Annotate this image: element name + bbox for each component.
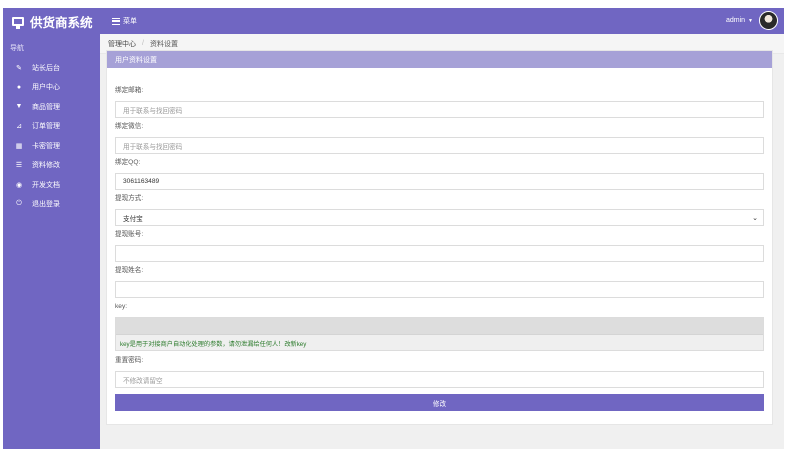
sidebar-item-label: 开发文档 bbox=[32, 181, 60, 189]
menu-toggle-button[interactable]: 菜单 bbox=[112, 16, 137, 26]
withdraw-method-select[interactable]: 支付宝 ⌄ bbox=[115, 209, 764, 226]
nav-heading: 导航 bbox=[10, 45, 24, 52]
power-icon: ⏻ bbox=[16, 200, 22, 208]
withdraw-account-group: 提现账号: bbox=[115, 230, 764, 262]
wrench-icon: ✎ bbox=[16, 64, 22, 72]
breadcrumb-home[interactable]: 管理中心 bbox=[108, 39, 136, 49]
sidebar-item-label: 订单管理 bbox=[32, 123, 60, 131]
email-field[interactable]: 用于联系与找回密码 bbox=[115, 101, 764, 118]
withdraw-name-group: 提现姓名: bbox=[115, 266, 764, 298]
withdraw-name-label: 提现姓名: bbox=[115, 267, 144, 274]
wechat-group: 绑定微信: 用于联系与找回密码 bbox=[115, 122, 764, 154]
sidebar: 供货商系统 导航 ✎ 站长后台 ● 用户中心 ▼ 商品管理 ⊿ 订单管理 ▦ 卡… bbox=[3, 8, 100, 449]
key-field[interactable] bbox=[116, 318, 763, 335]
menu-label: 菜单 bbox=[123, 18, 137, 25]
key-group: key: key是用于对接商户自动化处理的参数，请勿泄漏给任何人！改新key bbox=[115, 302, 764, 351]
avatar[interactable] bbox=[759, 11, 778, 30]
eye-icon: ◉ bbox=[15, 181, 23, 189]
wechat-field[interactable]: 用于联系与找回密码 bbox=[115, 137, 764, 154]
chart-icon: ⊿ bbox=[16, 123, 22, 131]
qq-field[interactable]: 3061163489 bbox=[115, 173, 764, 190]
sidebar-item-label: 商品管理 bbox=[32, 103, 60, 111]
top-bar: 菜单 admin ▼ bbox=[100, 8, 784, 34]
panel-title: 用户资料设置 bbox=[107, 51, 772, 68]
sidebar-item-label: 退出登录 bbox=[32, 201, 60, 209]
email-label: 绑定邮箱: bbox=[115, 87, 144, 94]
password-label: 重置密码: bbox=[115, 357, 144, 364]
sidebar-item-logout[interactable]: ⏻ 退出登录 bbox=[3, 195, 100, 215]
key-label: key: bbox=[115, 303, 128, 310]
withdraw-account-label: 提现账号: bbox=[115, 231, 144, 238]
sidebar-item-label: 卡密管理 bbox=[32, 142, 60, 150]
sidebar-item-user-center[interactable]: ● 用户中心 bbox=[3, 78, 100, 98]
cart-icon: ▼ bbox=[15, 103, 23, 111]
qq-group: 绑定QQ: 3061163489 bbox=[115, 158, 764, 190]
sidebar-item-products[interactable]: ▼ 商品管理 bbox=[3, 97, 100, 117]
withdraw-method-value: 支付宝 bbox=[123, 215, 143, 223]
caret-down-icon: ▼ bbox=[748, 17, 753, 24]
qq-label: 绑定QQ: bbox=[115, 159, 141, 166]
password-group: 重置密码: 不修改请留空 bbox=[115, 356, 764, 388]
sidebar-item-label: 用户中心 bbox=[32, 84, 60, 92]
sidebar-item-label: 站长后台 bbox=[32, 64, 60, 72]
breadcrumb-current: 资料设置 bbox=[149, 40, 178, 48]
withdraw-method-label: 提现方式: bbox=[115, 195, 144, 202]
user-icon: ● bbox=[16, 83, 22, 91]
sidebar-item-cards[interactable]: ▦ 卡密管理 bbox=[3, 136, 100, 156]
withdraw-account-field[interactable] bbox=[115, 245, 764, 262]
sidebar-item-docs[interactable]: ◉ 开发文档 bbox=[3, 175, 100, 195]
brand[interactable]: 供货商系统 bbox=[3, 8, 100, 34]
menu-icon bbox=[112, 17, 120, 25]
chevron-down-icon: ⌄ bbox=[752, 214, 758, 222]
grid-icon: ▦ bbox=[15, 142, 23, 150]
monitor-icon bbox=[12, 16, 24, 29]
key-hint[interactable]: key是用于对接商户自动化处理的参数，请勿泄漏给任何人！改新key bbox=[116, 335, 763, 348]
wechat-label: 绑定微信: bbox=[115, 123, 144, 130]
profile-panel: 用户资料设置 绑定邮箱: 用于联系与找回密码 绑定微信: 用于联系与找回密码 绑… bbox=[106, 50, 773, 425]
brand-title: 供货商系统 bbox=[30, 15, 93, 30]
key-box: key是用于对接商户自动化处理的参数，请勿泄漏给任何人！改新key bbox=[115, 317, 764, 351]
breadcrumb-separator: / bbox=[142, 40, 144, 47]
password-field[interactable]: 不修改请留空 bbox=[115, 371, 764, 388]
withdraw-method-group: 提现方式: 支付宝 ⌄ bbox=[115, 194, 764, 226]
user-name: admin bbox=[725, 17, 746, 24]
list-icon: ☰ bbox=[15, 162, 23, 170]
email-group: 绑定邮箱: 用于联系与找回密码 bbox=[115, 86, 764, 118]
withdraw-name-field[interactable] bbox=[115, 281, 764, 298]
sidebar-item-label: 资料修改 bbox=[32, 162, 60, 170]
user-menu[interactable]: admin ▼ bbox=[726, 11, 778, 30]
sidebar-item-orders[interactable]: ⊿ 订单管理 bbox=[3, 117, 100, 137]
sidebar-item-admin[interactable]: ✎ 站长后台 bbox=[3, 58, 100, 78]
submit-button[interactable]: 修改 bbox=[115, 394, 764, 411]
sidebar-item-profile[interactable]: ☰ 资料修改 bbox=[3, 156, 100, 176]
